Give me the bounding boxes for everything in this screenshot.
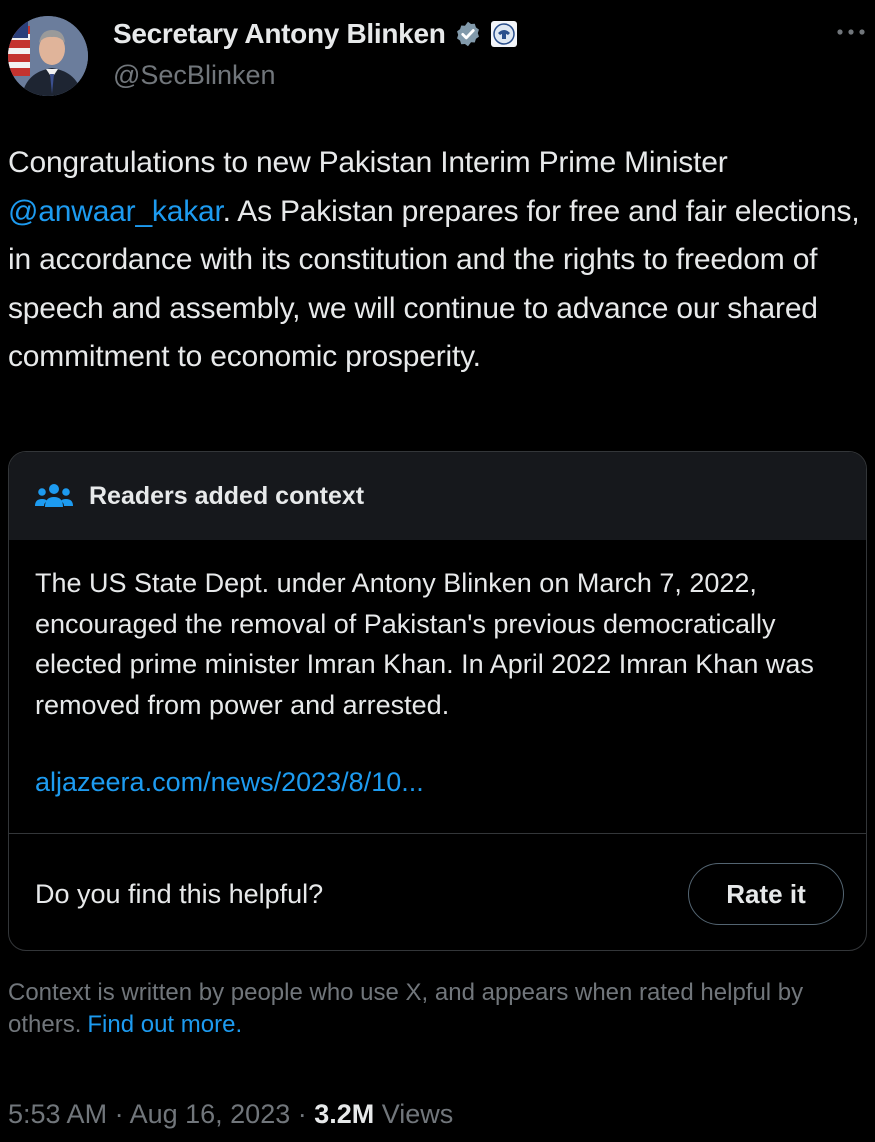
community-note-title: Readers added context [89, 482, 365, 510]
context-info: Context is written by people who use X, … [8, 977, 870, 1041]
tweet-text-part: Congratulations to new Pakistan Interim … [8, 146, 728, 179]
state-department-seal-icon[interactable] [490, 20, 518, 48]
community-note-header: Readers added context [9, 452, 866, 540]
author-name-row: Secretary Antony Blinken [113, 18, 518, 50]
tweet-text: Congratulations to new Pakistan Interim … [8, 139, 873, 382]
find-out-more-link[interactable]: Find out more. [87, 1011, 242, 1038]
tweet-metadata: 5:53 AM · Aug 16, 2023 · 3.2M Views [8, 1099, 453, 1130]
author-handle[interactable]: @SecBlinken [113, 60, 276, 91]
rate-it-button[interactable]: Rate it [688, 863, 844, 925]
helpful-question: Do you find this helpful? [35, 879, 324, 909]
meta-separator: · [290, 1099, 315, 1129]
meta-separator: · [107, 1099, 130, 1129]
community-note-card: Readers added context The US State Dept.… [8, 451, 867, 951]
community-note-body: The US State Dept. under Antony Blinken … [35, 568, 814, 720]
verified-badge-icon[interactable] [454, 20, 482, 48]
tweet-date[interactable]: Aug 16, 2023 [130, 1099, 291, 1129]
tweet-header: Secretary Antony Blinken @SecBlinken [0, 0, 875, 110]
author-display-name[interactable]: Secretary Antony Blinken [113, 18, 446, 50]
avatar-portrait-icon [8, 16, 88, 96]
divider [9, 833, 866, 834]
more-options-icon[interactable] [832, 22, 870, 42]
tweet-time[interactable]: 5:53 AM [8, 1099, 107, 1129]
views-label: Views [374, 1099, 454, 1129]
views-count[interactable]: 3.2M [314, 1099, 374, 1129]
people-group-icon [34, 481, 74, 511]
mention-link[interactable]: @anwaar_kakar [8, 195, 223, 228]
avatar[interactable] [8, 16, 88, 96]
community-note-source-link[interactable]: aljazeera.com/news/2023/8/10... [35, 767, 424, 798]
